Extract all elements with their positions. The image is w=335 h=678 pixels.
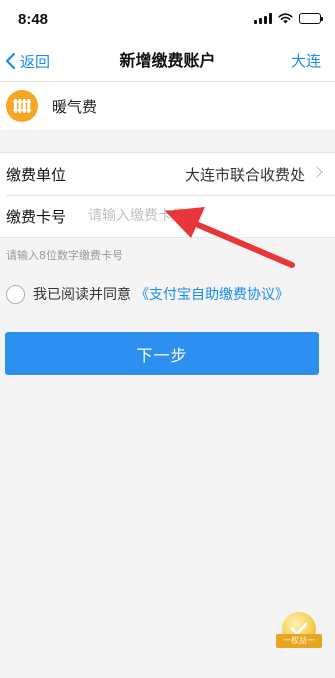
status-bar: 8:48 — [0, 0, 335, 40]
next-step-button[interactable]: 下一步 — [5, 332, 319, 375]
bill-type-label: 暖气费 — [52, 97, 98, 116]
signal-icon — [254, 13, 272, 24]
badge-label: 一权益一 — [276, 634, 322, 648]
payment-unit-value: 大连市联合收费处 — [184, 165, 305, 184]
wifi-icon — [278, 13, 293, 24]
screen: 8:48 返回 新增缴费账户 大连 暖气费 缴费单位 大连市联合收费处 缴费卡号… — [0, 0, 335, 678]
card-number-hint: 请输入8位数字缴费卡号 — [6, 249, 123, 262]
status-icons — [254, 13, 323, 24]
status-time: 8:48 — [18, 11, 49, 28]
city-selector[interactable]: 大连 — [291, 40, 321, 82]
nav-bar: 返回 新增缴费账户 大连 — [0, 40, 335, 82]
radiator-icon — [6, 90, 38, 122]
card-number-row: 缴费卡号 — [0, 195, 335, 237]
bill-type-row: 暖气费 — [0, 82, 335, 130]
agreement-row: 我已阅读并同意 《支付宝自助缴费协议》 — [0, 282, 335, 306]
payment-form: 缴费单位 大连市联合收费处 缴费卡号 — [0, 152, 335, 238]
card-number-input[interactable] — [88, 204, 288, 228]
agreement-link[interactable]: 《支付宝自助缴费协议》 — [135, 284, 289, 304]
battery-icon — [299, 13, 323, 24]
card-number-label: 缴费卡号 — [6, 207, 67, 226]
payment-unit-label: 缴费单位 — [6, 165, 67, 184]
chevron-right-icon — [311, 166, 323, 178]
page-title: 新增缴费账户 — [119, 51, 216, 70]
agreement-checkbox[interactable] — [6, 284, 25, 304]
agreement-text: 我已阅读并同意 — [33, 287, 131, 303]
payment-unit-row[interactable]: 缴费单位 大连市联合收费处 — [0, 153, 335, 195]
benefits-badge[interactable]: 一权益一 — [276, 612, 322, 652]
